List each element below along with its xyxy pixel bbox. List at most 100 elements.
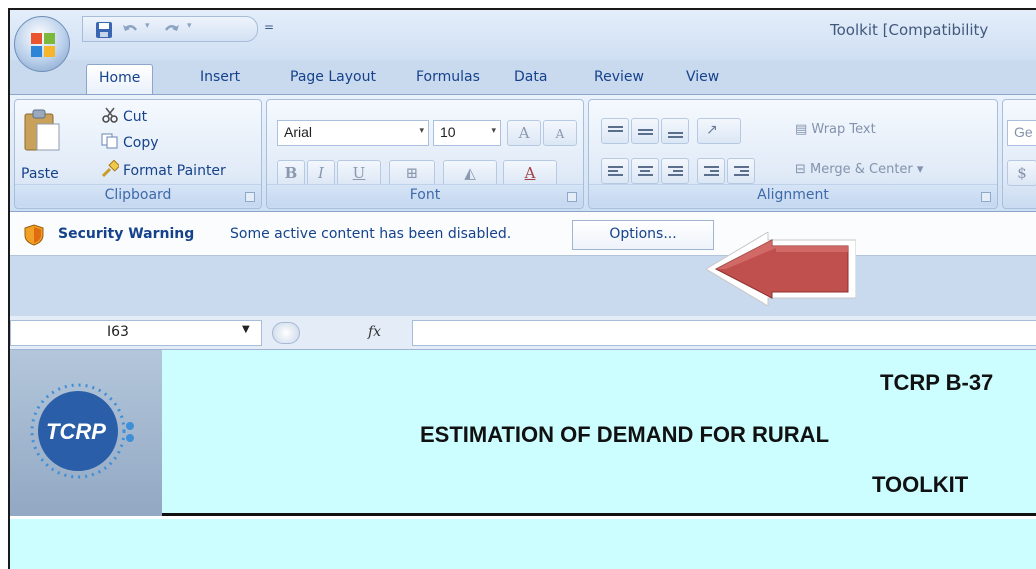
increase-indent-button[interactable] — [727, 158, 755, 184]
logo-cell: TCRP — [10, 350, 162, 516]
tab-formulas[interactable]: Formulas — [404, 64, 492, 94]
ribbon-tabs: Home Insert Page Layout Formulas Data Re… — [86, 60, 1036, 94]
merge-center-button[interactable]: ⊟ Merge & Center ▾ — [795, 162, 923, 177]
excel-window: = Toolkit [Compatibility ▾ ▾ Home Insert… — [8, 8, 1036, 569]
align-middle-button[interactable] — [631, 118, 659, 144]
merge-center-label: Merge & Center — [810, 162, 913, 177]
paste-button[interactable]: Paste — [21, 166, 59, 182]
security-warning-message: Some active content has been disabled. — [230, 226, 512, 242]
font-size-value: 10 — [440, 124, 456, 140]
decrease-indent-icon — [704, 166, 719, 178]
grow-font-button[interactable]: A — [507, 120, 541, 146]
insert-function-button[interactable]: fx — [368, 324, 381, 340]
wrap-text-icon: ▤ — [795, 122, 812, 137]
formula-bar-resize-handle[interactable] — [272, 322, 300, 344]
undo-icon[interactable] — [121, 21, 139, 39]
align-center-icon — [638, 166, 653, 178]
font-name-value: Arial — [284, 124, 313, 140]
orientation-icon: ↗ — [706, 122, 718, 138]
align-bottom-button[interactable] — [661, 118, 689, 144]
save-icon[interactable] — [95, 21, 113, 39]
currency-button[interactable]: $ — [1007, 160, 1036, 186]
tab-data[interactable]: Data — [502, 64, 559, 94]
shield-icon — [24, 224, 44, 246]
font-name-dropdown-icon[interactable]: ▾ — [419, 125, 424, 136]
merge-center-dropdown-icon[interactable]: ▾ — [917, 162, 924, 177]
quick-access-toolbar: ▾ ▾ — [82, 16, 258, 42]
paintbrush-icon — [101, 159, 123, 182]
name-box-dropdown-icon[interactable]: ▼ — [242, 324, 250, 335]
copy-icon — [101, 132, 123, 154]
office-button[interactable] — [14, 16, 70, 72]
annotation-arrow — [706, 232, 856, 306]
number-format-combo[interactable]: Ge — [1007, 120, 1036, 146]
undo-dropdown-icon[interactable]: ▾ — [145, 21, 150, 31]
title-banner: TCRP TCRP B-37 ESTIMATION OF DEMAND FOR … — [10, 350, 1036, 516]
clipboard-group: Paste ▾ Cut Copy Format Painter Clipboar… — [14, 99, 262, 209]
increase-indent-icon — [734, 166, 749, 178]
align-top-icon — [608, 126, 623, 134]
redo-icon[interactable] — [163, 21, 181, 39]
align-right-icon — [668, 166, 683, 178]
align-right-button[interactable] — [661, 158, 689, 184]
font-launcher-icon[interactable] — [567, 192, 577, 202]
align-top-button[interactable] — [601, 118, 629, 144]
tab-view[interactable]: View — [674, 64, 731, 94]
scissors-icon — [101, 106, 123, 128]
align-middle-icon — [638, 129, 653, 137]
borders-button[interactable]: ⊞ — [389, 160, 435, 186]
worksheet[interactable]: TCRP TCRP B-37 ESTIMATION OF DEMAND FOR … — [10, 350, 1036, 569]
decrease-indent-button[interactable] — [697, 158, 725, 184]
customize-qat-button[interactable]: = — [264, 20, 274, 34]
tab-insert[interactable]: Insert — [188, 64, 252, 94]
number-group: Ge $ — [1002, 99, 1036, 209]
borders-icon: ⊞ — [405, 164, 419, 182]
font-group-label: Font — [267, 184, 583, 206]
font-size-dropdown-icon[interactable]: ▾ — [491, 125, 496, 136]
office-logo-icon — [31, 33, 55, 57]
align-bottom-icon — [668, 132, 683, 140]
formula-input[interactable] — [412, 320, 1036, 346]
window-title: Toolkit [Compatibility — [830, 21, 989, 39]
wrap-text-label: Wrap Text — [811, 122, 876, 137]
security-warning-title: Security Warning — [58, 226, 195, 242]
font-size-combo[interactable]: 10 ▾ — [433, 120, 501, 146]
paste-icon[interactable] — [23, 108, 61, 152]
worksheet-empty-area[interactable] — [10, 519, 1036, 569]
format-painter-label: Format Painter — [123, 163, 226, 179]
alignment-group: ↗ ▤ Wrap Text ⊟ Merge & Center ▾ Alignme… — [588, 99, 998, 209]
banner-line-3: TOOLKIT — [872, 472, 969, 497]
shrink-font-button[interactable]: A — [543, 120, 577, 146]
fill-bucket-icon: ◭ — [464, 164, 476, 182]
tab-review[interactable]: Review — [582, 64, 656, 94]
copy-label: Copy — [123, 135, 159, 151]
italic-button[interactable]: I — [307, 160, 335, 186]
tab-page-layout[interactable]: Page Layout — [278, 64, 388, 94]
format-painter-button[interactable]: Format Painter — [101, 159, 226, 182]
clipboard-group-label: Clipboard — [15, 184, 261, 206]
wrap-text-button[interactable]: ▤ Wrap Text — [795, 122, 876, 137]
clipboard-launcher-icon[interactable] — [245, 192, 255, 202]
name-box[interactable]: I63 — [10, 320, 262, 346]
font-color-button[interactable]: A — [503, 160, 557, 186]
font-name-combo[interactable]: Arial ▾ — [277, 120, 429, 146]
align-center-button[interactable] — [631, 158, 659, 184]
underline-button[interactable]: U — [337, 160, 381, 186]
font-group: Arial ▾ 10 ▾ A A B I U ⊞ ◭ A Font — [266, 99, 584, 209]
align-left-button[interactable] — [601, 158, 629, 184]
bold-button[interactable]: B — [277, 160, 305, 186]
copy-button[interactable]: Copy — [101, 132, 159, 154]
tab-home[interactable]: Home — [86, 64, 154, 94]
options-button[interactable]: Options... — [572, 220, 714, 250]
fill-color-button[interactable]: ◭ — [443, 160, 497, 186]
cut-label: Cut — [123, 109, 148, 125]
cut-button[interactable]: Cut — [101, 106, 147, 128]
alignment-launcher-icon[interactable] — [981, 192, 991, 202]
formula-bar: I63 ▼ fx — [10, 316, 1036, 350]
merge-center-icon: ⊟ — [795, 162, 811, 177]
orientation-button[interactable]: ↗ — [697, 118, 741, 144]
alignment-group-label: Alignment — [589, 184, 997, 206]
banner-line-1: TCRP B-37 — [880, 370, 994, 395]
redo-dropdown-icon[interactable]: ▾ — [187, 21, 192, 31]
tcrp-logo: TCRP — [30, 383, 134, 479]
